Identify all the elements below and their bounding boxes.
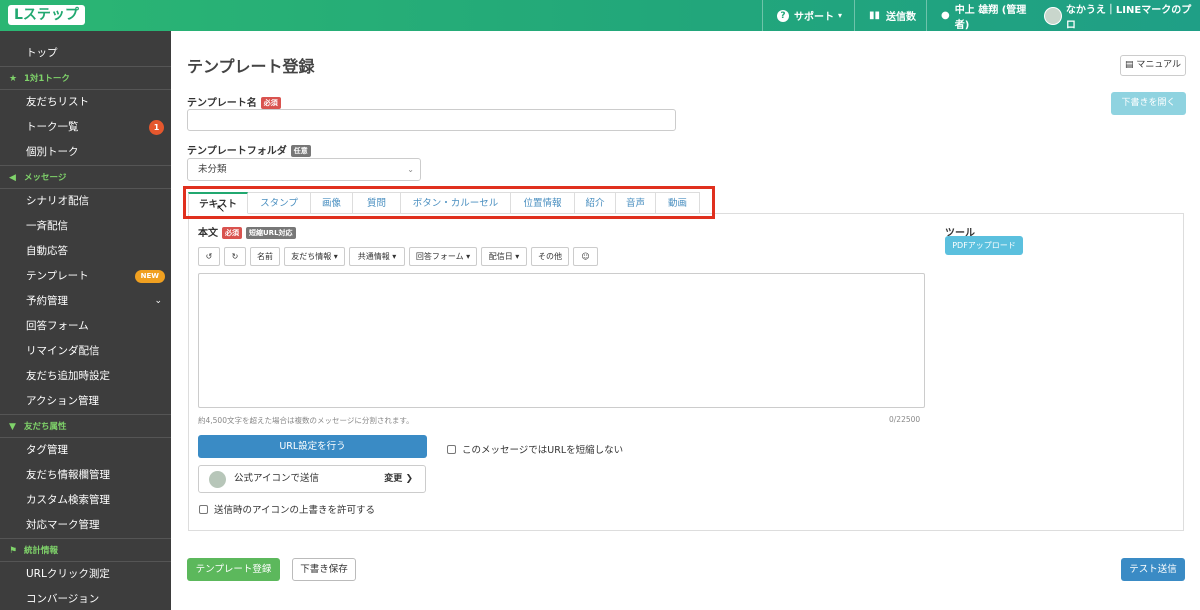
char-counter: 0/22500 (889, 415, 921, 424)
filter-icon: ▼ (9, 422, 16, 432)
sidebar-item-broadcast[interactable]: 一斉配信 (0, 214, 171, 239)
template-name-input[interactable] (187, 109, 676, 131)
split-note: 約4,500文字を超えた場合は複数のメッセージに分割されます。 (198, 416, 414, 425)
chevron-down-icon: ▾ (838, 11, 843, 20)
stats-label: 送信数 (886, 12, 917, 23)
sidebar-item-friends[interactable]: 友だちリスト (0, 90, 171, 115)
required-badge: 必須 (260, 97, 281, 109)
unread-badge: 1 (149, 120, 164, 135)
sidebar-item-individual-talk[interactable]: 個別トーク (0, 140, 171, 165)
book-icon: ▤ (1124, 60, 1134, 70)
pdf-upload-button[interactable]: PDFアップロード (945, 236, 1023, 255)
chevron-down-icon: ⌄ (407, 165, 414, 174)
sidebar-item-template[interactable]: テンプレート NEW (0, 264, 171, 289)
sidebar-section-talk: ★ 1対1トーク (0, 66, 171, 90)
register-template-button[interactable]: テンプレート登録 (187, 558, 280, 581)
app-logo[interactable]: Lステップ (8, 5, 85, 25)
sidebar-section-stats: ⚑ 統計情報 (0, 538, 171, 562)
megaphone-icon: ◀ (9, 173, 16, 183)
page-title: テンプレート登録 (187, 57, 315, 76)
tab-image[interactable]: 画像 (311, 192, 353, 214)
no-shorten-option[interactable]: このメッセージではURLを短縮しない (447, 442, 623, 456)
redo-button[interactable]: ↻ (224, 247, 246, 266)
top-header: Lステップ ? サポート ▾ ▮▮ 送信数 ● 中上 雄翔 (管理者) なかうえ… (0, 0, 1200, 31)
new-badge: NEW (134, 270, 165, 283)
message-body-textarea[interactable] (198, 273, 925, 408)
template-folder-label: テンプレートフォルダ 任意 (187, 142, 311, 157)
user-menu[interactable]: ● 中上 雄翔 (管理者) なかうえ｜LINEマークのプロ (926, 0, 1200, 31)
user-icon: ● (941, 10, 950, 21)
date-dropdown[interactable]: 配信日 ▾ (481, 247, 527, 266)
sidebar-item-custom-search[interactable]: カスタム検索管理 (0, 488, 171, 513)
official-account-avatar (209, 471, 226, 488)
sidebar: トップ ★ 1対1トーク 友だちリスト トーク一覧 1 個別トーク ◀ メッセージ シ… (0, 31, 171, 610)
question-icon: ? (777, 9, 789, 22)
template-name-label: テンプレート名 必須 (187, 94, 281, 109)
undo-button[interactable]: ↺ (198, 247, 220, 266)
sidebar-item-tags[interactable]: タグ管理 (0, 438, 171, 463)
tab-location[interactable]: 位置情報 (511, 192, 575, 214)
sidebar-item-marks[interactable]: 対応マーク管理 (0, 513, 171, 538)
optional-badge: 任意 (290, 145, 311, 157)
stats-link[interactable]: ▮▮ 送信数 (854, 0, 926, 31)
tab-stamp[interactable]: スタンプ (248, 192, 311, 214)
bar-chart-icon: ▮▮ (869, 10, 881, 21)
required-badge: 必須 (222, 227, 242, 239)
logo-text: Lステップ (8, 5, 85, 25)
insert-name-button[interactable]: 名前 (250, 247, 280, 266)
sidebar-item-talk-list[interactable]: トーク一覧 1 (0, 115, 171, 140)
send-icon-label: 公式アイコンで送信 (234, 473, 320, 484)
star-icon: ★ (9, 74, 18, 84)
manual-button[interactable]: ▤ マニュアル (1120, 55, 1186, 76)
common-info-dropdown[interactable]: 共通情報 ▾ (349, 247, 405, 266)
sidebar-item-add-friend-setting[interactable]: 友だち追加時設定 (0, 364, 171, 389)
test-send-button[interactable]: テスト送信 (1121, 558, 1185, 581)
friend-info-dropdown[interactable]: 友だち情報 ▾ (284, 247, 345, 266)
other-button[interactable]: その他 (531, 247, 569, 266)
account-name: なかうえ｜LINEマークのプロ (1065, 4, 1192, 31)
template-folder-select[interactable]: 未分類 ⌄ (187, 158, 421, 181)
tab-introduction[interactable]: 紹介 (575, 192, 616, 214)
allow-override-option[interactable]: 送信時のアイコンの上書きを許可する (199, 502, 375, 516)
sidebar-section-attributes: ▼ 友だち属性 (0, 414, 171, 438)
user-name: 中上 雄翔 (管理者) (954, 4, 1027, 31)
sidebar-item-url-click[interactable]: URLクリック測定 (0, 562, 171, 587)
sidebar-item-top[interactable]: トップ (0, 41, 171, 66)
flag-icon: ⚑ (9, 546, 18, 556)
url-setting-button[interactable]: URL設定を行う (198, 435, 427, 458)
support-label: サポート (794, 12, 834, 23)
sidebar-item-form[interactable]: 回答フォーム (0, 314, 171, 339)
tab-video[interactable]: 動画 (656, 192, 700, 214)
sidebar-item-auto-reply[interactable]: 自動応答 (0, 239, 171, 264)
sidebar-item-reservation[interactable]: 予約管理 ⌄ (0, 289, 171, 314)
sidebar-item-reminder[interactable]: リマインダ配信 (0, 339, 171, 364)
chevron-down-icon: ⌄ (154, 296, 162, 306)
change-icon-link[interactable]: 変更 ❯ (384, 466, 413, 492)
sidebar-section-message: ◀ メッセージ (0, 165, 171, 189)
allow-override-checkbox[interactable] (199, 504, 208, 514)
sidebar-item-action[interactable]: アクション管理 (0, 389, 171, 414)
body-label: 本文 必須 短縮URL対応 (198, 224, 296, 239)
main-content: テンプレート登録 ▤ マニュアル 下書きを開く テンプレート名 必須 テンプレート… (171, 31, 1200, 610)
send-icon-selector[interactable]: 公式アイコンで送信 変更 ❯ (198, 465, 426, 493)
sidebar-item-friend-info[interactable]: 友だち情報欄管理 (0, 463, 171, 488)
tab-audio[interactable]: 音声 (616, 192, 656, 214)
sidebar-item-scenario[interactable]: シナリオ配信 (0, 189, 171, 214)
open-draft-button[interactable]: 下書きを開く (1111, 92, 1186, 115)
sidebar-item-conversion[interactable]: コンバージョン (0, 587, 171, 610)
message-type-tabs: テキスト スタンプ 画像 質問 ボタン・カルーセル 位置情報 紹介 音声 動画 (188, 192, 700, 214)
avatar (1044, 6, 1062, 25)
support-menu[interactable]: ? サポート ▾ (762, 0, 854, 31)
tab-button-carousel[interactable]: ボタン・カルーセル (401, 192, 511, 214)
emoji-button[interactable]: ☺ (573, 247, 598, 266)
short-url-badge: 短縮URL対応 (246, 227, 296, 239)
form-dropdown[interactable]: 回答フォーム ▾ (409, 247, 477, 266)
no-shorten-checkbox[interactable] (447, 444, 456, 454)
tab-question[interactable]: 質問 (353, 192, 401, 214)
mouse-cursor-icon: ↖ (216, 202, 226, 215)
save-draft-button[interactable]: 下書き保存 (292, 558, 356, 581)
